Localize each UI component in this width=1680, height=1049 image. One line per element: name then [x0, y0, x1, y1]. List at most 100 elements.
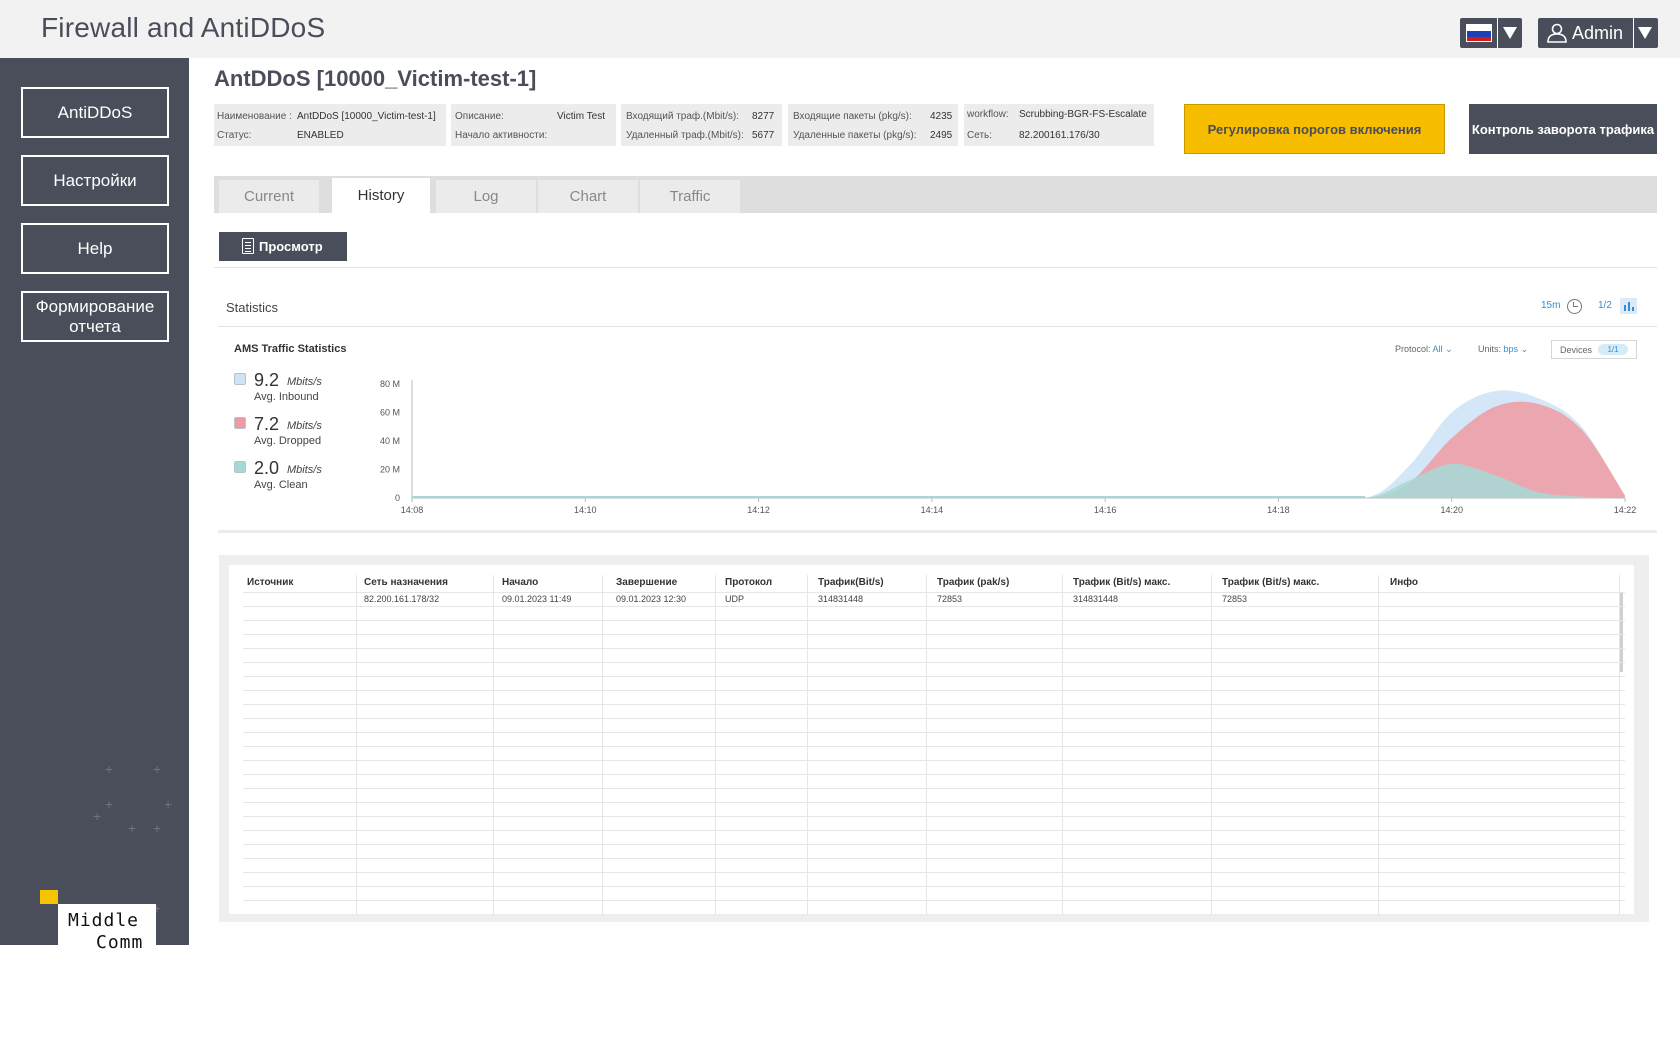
table-column-divider [1062, 575, 1063, 915]
traffic-area-chart: 80 M 60 M 40 M 20 M 014:08 14:10 14:12 14:14 14:… [380, 379, 1637, 515]
decor-plus-icon: + [105, 761, 114, 777]
table-row-divider [243, 844, 1625, 845]
tab-log[interactable]: Log [436, 180, 536, 213]
sidebar-item-antiddos[interactable]: AntiDDoS [21, 87, 169, 138]
table-row[interactable]: 82.200.161.178/32 09.01.2023 11:49 09.01.2… [229, 594, 1619, 608]
company-logo: Middle Comm [58, 904, 156, 958]
table-header-cell[interactable]: Начало [502, 577, 538, 588]
decor-plus-icon: + [153, 820, 162, 836]
y-tick-label: 40 M [380, 436, 400, 446]
table-header-cell[interactable]: Трафик (Bit/s) макс. [1222, 577, 1319, 588]
legend-checkbox[interactable] [234, 461, 246, 473]
tab-history[interactable]: History [332, 178, 430, 213]
table-column-divider [356, 575, 357, 915]
table-header-cell[interactable]: Протокол [725, 577, 772, 588]
sidebar: AntiDDoS Настройки Help Формирование отч… [0, 58, 189, 958]
table-header-cell[interactable]: Сеть назначения [364, 577, 448, 588]
chevron-down-icon: ⌄ [1445, 344, 1453, 354]
protocol-filter[interactable]: Protocol: All ⌄ [1395, 344, 1453, 355]
tab-bar: Current History Log Chart Traffic [214, 176, 1657, 213]
clock-icon[interactable] [1567, 299, 1582, 314]
table-row-divider [243, 788, 1625, 789]
chevron-down-icon [1638, 27, 1652, 39]
table-row-divider [243, 872, 1625, 873]
table-column-divider [1378, 575, 1379, 915]
table-row-divider [243, 592, 1625, 593]
table-row-divider [243, 718, 1625, 719]
bar-chart-icon[interactable] [1620, 298, 1637, 314]
table-column-divider [926, 575, 927, 915]
y-tick-label: 0 [395, 493, 400, 503]
top-bar: Firewall and AntiDDoS Admin [0, 0, 1680, 58]
threshold-settings-button[interactable]: Регулировка порогов включения [1184, 104, 1445, 154]
area-series-avg-clean [412, 463, 1625, 498]
table-cell: 72853 [1222, 594, 1248, 604]
table-row-divider [243, 774, 1625, 775]
decor-plus-icon: + [153, 761, 162, 777]
legend-checkbox[interactable] [234, 417, 246, 429]
page-title: AntDDoS [10000_Victim-test-1] [214, 66, 537, 91]
table-header-cell[interactable]: Трафик (pak/s) [937, 577, 1009, 588]
table-row-divider [243, 690, 1625, 691]
tab-traffic[interactable]: Traffic [640, 180, 740, 213]
table-cell: 314831448 [818, 594, 864, 604]
divider [218, 326, 1657, 327]
table-row-divider [243, 886, 1625, 887]
table-cell: 82.200.161.178/32 [364, 594, 440, 604]
pagination-label[interactable]: 1/2 [1598, 300, 1612, 311]
info-card-workflow: workflow: Scrubbing-BGR-FS-Escalate Сеть… [964, 104, 1154, 146]
statistics-title: Statistics [226, 300, 279, 315]
table-row-divider [243, 620, 1625, 621]
decor-plus-icon: + [128, 820, 137, 836]
history-table: Источник Сеть назначения Начало Завершение П… [229, 565, 1634, 915]
table-header-cell[interactable]: Трафик (Bit/s) макс. [1073, 577, 1170, 588]
chart-title: AMS Traffic Statistics [234, 343, 347, 355]
chevron-down-icon: ⌄ [1520, 344, 1529, 354]
traffic-reversal-button[interactable]: Контроль заворота трафика [1469, 104, 1657, 154]
time-range-label[interactable]: 15m [1541, 300, 1560, 311]
x-tick-label: 14:18 [1267, 505, 1290, 515]
table-row-divider [243, 900, 1625, 901]
decor-plus-icon: + [105, 796, 114, 812]
legend-checkbox[interactable] [234, 373, 246, 385]
user-icon [1547, 23, 1567, 43]
decor-plus-icon: + [164, 796, 173, 812]
devices-filter[interactable]: Devices 1/1 [1551, 340, 1637, 359]
view-button[interactable]: Просмотр [219, 232, 347, 261]
table-row-divider [243, 704, 1625, 705]
decor-plus-icon: + [93, 808, 102, 824]
table-header-cell[interactable]: Инфо [1390, 577, 1418, 588]
table-row-divider [243, 816, 1625, 817]
sidebar-item-report[interactable]: Формирование отчета [21, 291, 169, 342]
table-header-cell[interactable]: Источник [247, 577, 293, 588]
clipboard-icon [242, 238, 254, 254]
table-header-cell[interactable]: Завершение [616, 577, 677, 588]
y-tick-label: 20 M [380, 465, 400, 475]
table-column-divider [493, 575, 494, 915]
devices-count-badge: 1/1 [1598, 344, 1628, 355]
history-table-panel: Источник Сеть назначения Начало Завершение П… [219, 555, 1649, 922]
table-row-divider [243, 802, 1625, 803]
table-header-cell[interactable]: Трафик(Bit/s) [818, 577, 884, 588]
info-card-traffic: Входящий траф.(Mbit/s): 8277 Удаленный т… [621, 104, 782, 146]
sidebar-item-help[interactable]: Help [21, 223, 169, 274]
x-tick-label: 14:22 [1614, 505, 1637, 515]
x-tick-label: 14:14 [921, 505, 944, 515]
table-row-divider [243, 662, 1625, 663]
status-badge: ENABLED [297, 130, 344, 141]
units-filter[interactable]: Units: bps ⌄ [1478, 344, 1528, 355]
divider [214, 267, 1657, 268]
table-row-divider [243, 760, 1625, 761]
table-cell: 09.01.2023 12:30 [616, 594, 687, 604]
table-cell: 72853 [937, 594, 963, 604]
sidebar-item-settings[interactable]: Настройки [21, 155, 169, 206]
user-menu[interactable]: Admin [1538, 18, 1658, 48]
language-selector[interactable] [1460, 18, 1522, 48]
table-column-divider [1619, 575, 1620, 915]
x-tick-label: 14:16 [1094, 505, 1117, 515]
table-row-divider [243, 732, 1625, 733]
tab-current[interactable]: Current [219, 180, 319, 213]
y-tick-label: 60 M [380, 408, 400, 418]
table-row-divider [243, 746, 1625, 747]
tab-chart[interactable]: Chart [538, 180, 638, 213]
